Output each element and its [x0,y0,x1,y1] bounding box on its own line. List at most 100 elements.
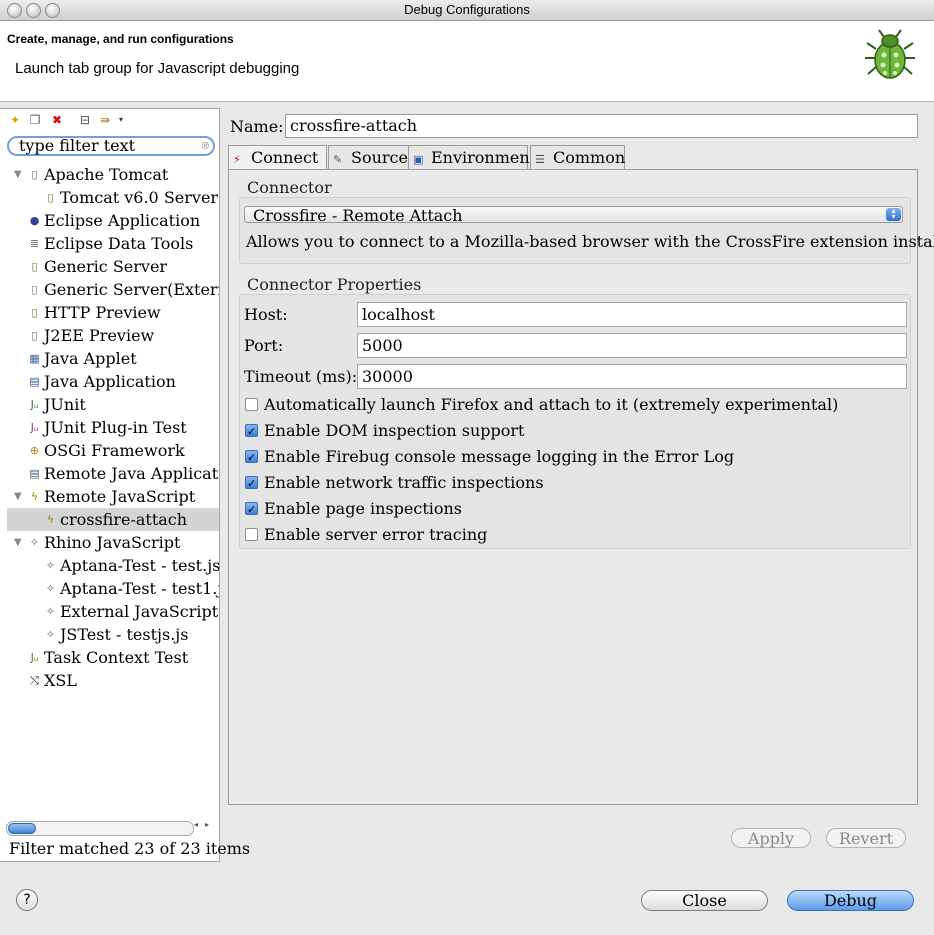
close-button[interactable]: Close [641,890,768,911]
bug-icon [865,29,915,79]
tree-item[interactable]: ⊕ OSGi Framework [0,439,219,462]
zoom-window-icon[interactable] [45,3,60,18]
debug-button[interactable]: Debug [787,890,914,911]
port-input[interactable]: 5000 [357,333,907,358]
tree-item[interactable]: ▼ ϟ Remote JavaScript [0,485,219,508]
option-checkbox[interactable] [245,528,258,541]
configuration-name-input[interactable]: crossfire-attach [285,114,918,138]
apply-button[interactable]: Apply [731,828,811,848]
eclipse-icon: ● [29,214,40,227]
tree-item-label: External JavaScript Sc [60,602,219,621]
server-icon: ▯ [31,306,38,319]
scroll-left-arrow-icon[interactable]: ◂ [194,820,198,829]
expand-toggle-icon[interactable]: ▼ [14,485,22,508]
option-checkbox-row[interactable]: Enable network traffic inspections [245,472,544,495]
scroll-right-arrow-icon[interactable]: ▸ [205,820,209,829]
clear-filter-icon[interactable]: ⊗ [201,138,210,154]
timeout-label: Timeout (ms): [244,367,358,386]
tree-item[interactable]: ▤ Java Application [0,370,219,393]
tab-environment[interactable]: ▣ Environment [408,145,536,169]
task-context-icon: Jᵤ [30,651,39,664]
tree-item[interactable]: ● Eclipse Application [0,209,219,232]
remote-js-icon: ϟ [46,513,55,526]
filter-menu-chevron-down-icon[interactable]: ▾ [114,113,128,127]
server-icon: ▯ [31,283,38,296]
filter-configurations-icon[interactable]: ⇛ [98,113,112,127]
delete-configuration-icon[interactable]: ✖ [50,113,64,127]
connector-properties-group: Host: localhost Port: 5000 Timeout (ms):… [239,294,911,549]
minimize-window-icon[interactable] [26,3,41,18]
tree-item[interactable]: ▦ Java Applet [0,347,219,370]
tree-item-label: J2EE Preview [44,326,155,345]
collapse-all-icon[interactable]: ⊟ [78,113,92,127]
tree-item[interactable]: ▯ HTTP Preview [0,301,219,324]
timeout-input[interactable]: 30000 [357,364,907,389]
select-updown-arrow-icon[interactable]: ▴ ▾ [886,207,901,221]
option-checkbox-row[interactable]: Enable page inspections [245,498,462,521]
tree-item-label: Remote Java Application [44,464,219,483]
tree-item[interactable]: ϟ crossfire-attach [7,508,219,531]
tree-item[interactable]: ▯ Generic Server(External [0,278,219,301]
tree-horizontal-scrollbar[interactable] [6,821,194,836]
expand-toggle-icon[interactable]: ▼ [14,163,22,186]
junit-plugin-icon: Jᵤ [30,421,39,434]
filter-placeholder: type filter text [19,136,136,155]
tree-item[interactable]: ▼ ▯ Apache Tomcat [0,163,219,186]
tree-item[interactable]: ▯ Tomcat v6.0 Server at [0,186,219,209]
host-input[interactable]: localhost [357,302,907,327]
tree-item[interactable]: Jᵤ JUnit [0,393,219,416]
connector-select-value: Crossfire - Remote Attach [253,206,463,223]
tree-item-label: XSL [44,671,77,690]
tree-item[interactable]: ▯ Generic Server [0,255,219,278]
option-checkbox-row[interactable]: Automatically launch Firefox and attach … [245,394,838,416]
tab-common[interactable]: ☰ Common [530,145,625,169]
tree-item[interactable]: ✧ Aptana-Test - test.js [0,554,219,577]
option-checkbox[interactable] [245,499,258,521]
new-configuration-icon[interactable]: ✦ [8,113,22,127]
duplicate-configuration-icon[interactable]: ❐ [28,113,42,127]
scrollbar-thumb[interactable] [8,823,36,834]
tree-item[interactable]: ▯ J2EE Preview [0,324,219,347]
tree-item[interactable]: ▼ ✧ Rhino JavaScript [0,531,219,554]
tree-item-label: OSGi Framework [44,441,185,460]
tree-item[interactable]: ✧ External JavaScript Sc [0,600,219,623]
option-checkbox[interactable] [245,421,258,443]
option-checkbox[interactable] [245,398,258,411]
option-checkbox-row[interactable]: Enable Firebug console message logging i… [245,446,734,469]
header-subtitle: Launch tab group for Javascript debuggin… [15,60,300,77]
tree-item[interactable]: Jᵤ JUnit Plug-in Test [0,416,219,439]
tree-item[interactable]: ✧ Aptana-Test - test1.js [0,577,219,600]
filter-input[interactable]: type filter text ⊗ [7,136,215,156]
filter-status: Filter matched 23 of 23 items [9,839,251,858]
tree-item-label: Rhino JavaScript [44,533,181,552]
configuration-tree-panel: ✦ ❐ ✖ ⊟ ⇛ ▾ type filter text ⊗ ▼ ▯ Apache … [0,108,250,862]
option-checkbox[interactable] [245,473,258,495]
tab-common-label: Common [553,148,626,167]
tree-item-label: Remote JavaScript [44,487,196,506]
xsl-icon: ⤭ [30,674,39,687]
tree-item[interactable]: ≣ Eclipse Data Tools [0,232,219,255]
tree-item-label: Eclipse Application [44,211,201,230]
tab-connect[interactable]: ⚡ Connect [228,145,327,170]
connector-select[interactable]: Crossfire - Remote Attach ▴ ▾ [244,206,903,223]
name-label: Name: [230,117,284,136]
option-checkbox-row[interactable]: Enable DOM inspection support [245,420,524,443]
option-checkbox-row[interactable]: Enable server error tracing [245,524,487,546]
revert-button[interactable]: Revert [826,828,906,848]
java-app-icon: ▤ [29,375,40,388]
window-title-bar: Debug Configurations [0,0,934,21]
connector-group-label: Connector [247,178,332,197]
help-icon[interactable]: ? [16,889,38,911]
tree-item[interactable]: ✧ JSTest - testjs.js [0,623,219,646]
option-label: Automatically launch Firefox and attach … [264,395,839,414]
expand-toggle-icon[interactable]: ▼ [14,531,22,554]
tree-item[interactable]: Jᵤ Task Context Test [0,646,219,669]
close-window-icon[interactable] [7,3,22,18]
dialog-header: Create, manage, and run configurations L… [0,21,934,102]
rhino-icon: ✧ [45,628,56,641]
tree-item[interactable]: ⤭ XSL [0,669,219,692]
tree-item-label: Apache Tomcat [44,165,169,184]
option-checkbox[interactable] [245,447,258,469]
tree-item[interactable]: ▤ Remote Java Application [0,462,219,485]
option-label: Enable network traffic inspections [264,473,544,492]
